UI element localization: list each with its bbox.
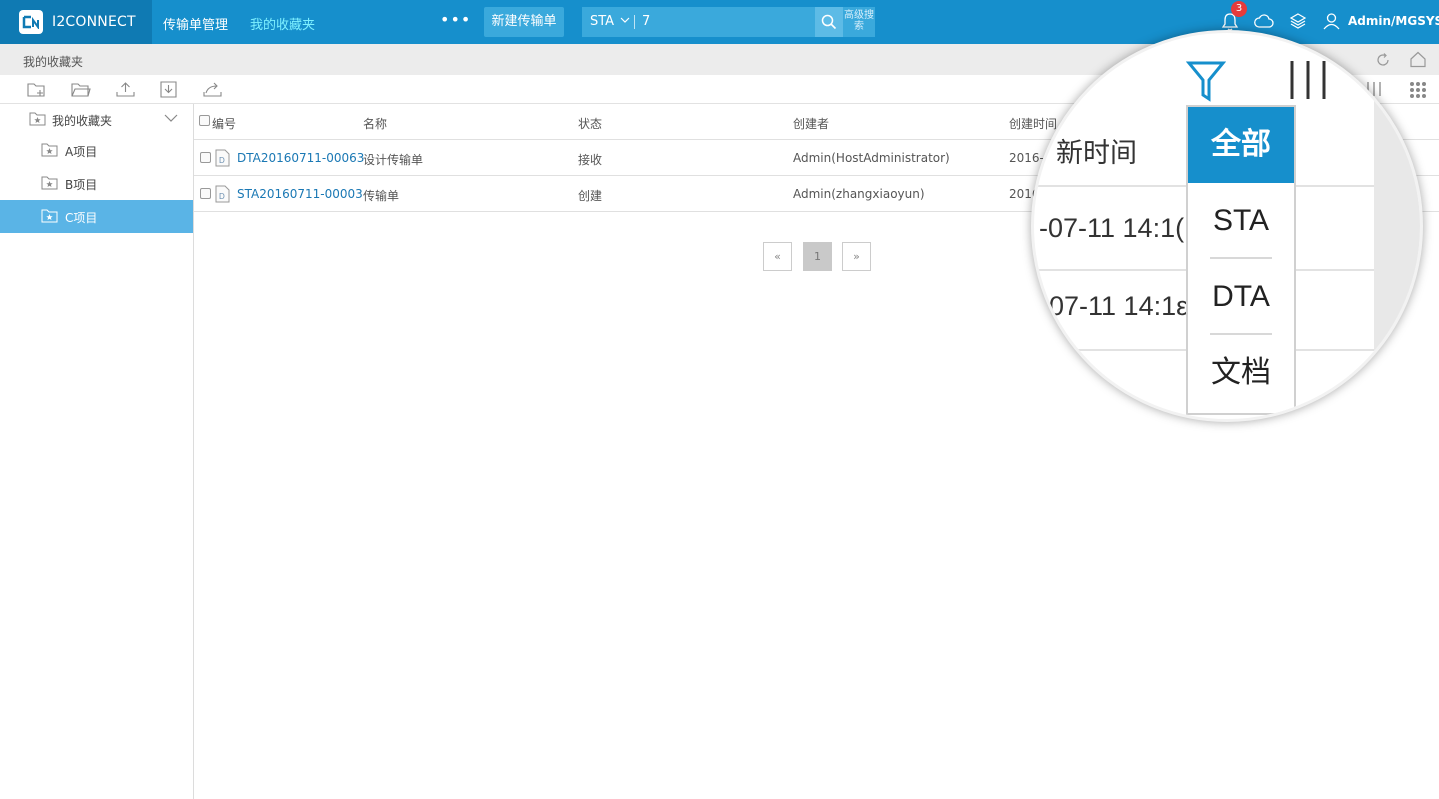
star-folder-icon — [41, 209, 58, 223]
advanced-search-button[interactable]: 高级搜索 — [843, 7, 875, 37]
sidebar-root-label: 我的收藏夹 — [52, 114, 113, 128]
next-page-button[interactable]: » — [842, 242, 871, 271]
new-transfer-button[interactable]: 新建传输单 — [484, 7, 564, 37]
sidebar-item-a[interactable]: A项目 — [0, 134, 193, 167]
sidebar-item-label: C项目 — [65, 211, 98, 225]
header-name[interactable]: 名称 — [363, 115, 387, 132]
row-checkbox[interactable] — [200, 188, 211, 199]
new-folder-icon[interactable] — [27, 81, 47, 98]
select-all-checkbox[interactable] — [199, 115, 210, 126]
search-icon — [821, 14, 837, 30]
columns-icon[interactable] — [1288, 59, 1328, 101]
user-name[interactable]: Admin/MGSYS — [1348, 14, 1439, 28]
notification-badge: 3 — [1231, 1, 1247, 17]
chevron-down-icon[interactable] — [620, 16, 630, 24]
search-separator — [634, 15, 635, 29]
filter-option-all[interactable]: 全部 — [1188, 107, 1294, 183]
chevron-down-icon[interactable] — [164, 114, 178, 123]
star-folder-icon — [29, 112, 46, 126]
star-folder-icon — [41, 176, 58, 190]
sidebar-root-favorites[interactable]: 我的收藏夹 — [0, 104, 193, 134]
row-id-link[interactable]: DTA20160711-00063 — [237, 151, 364, 165]
row-creator: Admin(HostAdministrator) — [793, 151, 950, 165]
magnified-row-text: -07-11 14:1( — [1039, 213, 1185, 243]
sidebar-item-label: A项目 — [65, 145, 98, 159]
magnifier-scroll-area — [1374, 33, 1420, 419]
svg-text:D: D — [219, 156, 225, 165]
more-menu-icon[interactable]: ••• — [440, 10, 471, 29]
filter-option-sta[interactable]: STA — [1188, 183, 1294, 259]
star-folder-icon — [41, 143, 58, 157]
cloud-icon[interactable] — [1254, 13, 1274, 29]
sidebar-item-b[interactable]: B项目 — [0, 167, 193, 200]
row-name: 传输单 — [363, 189, 400, 203]
export-icon[interactable] — [203, 81, 223, 98]
nav-favorites[interactable]: 我的收藏夹 — [250, 14, 315, 33]
filter-option-dta[interactable]: DTA — [1188, 259, 1294, 335]
svg-text:D: D — [219, 192, 225, 201]
row-status: 创建 — [578, 189, 603, 203]
search-button[interactable] — [815, 7, 843, 37]
header-id[interactable]: 编号 — [212, 115, 236, 132]
search-type-select[interactable]: STA — [590, 14, 614, 29]
magnifier-callout: 新时间 -07-11 14:1( 07-11 14:1ε 全部 STA DTA … — [1031, 30, 1423, 422]
open-folder-icon[interactable] — [71, 81, 91, 98]
search-box[interactable]: STA 7 — [582, 7, 815, 37]
header-status[interactable]: 状态 — [578, 115, 602, 132]
user-icon[interactable] — [1323, 12, 1340, 30]
filter-dropdown: 全部 STA DTA 文档 — [1186, 105, 1296, 415]
row-id-link[interactable]: STA20160711-00003 — [237, 187, 363, 201]
sidebar-item-label: B项目 — [65, 178, 98, 192]
document-icon: D — [215, 185, 230, 203]
filter-option-document[interactable]: 文档 — [1188, 335, 1294, 411]
download-icon[interactable] — [159, 81, 178, 98]
upload-icon[interactable] — [116, 81, 135, 98]
app-name: I2CONNECT — [52, 14, 136, 30]
row-name: 设计传输单 — [363, 153, 424, 167]
layers-icon[interactable] — [1289, 12, 1307, 30]
sidebar-item-c[interactable]: C项目 — [0, 200, 193, 233]
app-logo-icon — [19, 10, 43, 34]
document-icon: D — [215, 149, 230, 167]
row-status: 接收 — [578, 153, 603, 167]
magnified-header-text: 新时间 — [1056, 138, 1137, 168]
sidebar: 我的收藏夹 A项目 B项目 C项目 — [0, 104, 194, 799]
nav-transfer-management[interactable]: 传输单管理 — [163, 14, 228, 33]
row-creator: Admin(zhangxiaoyun) — [793, 187, 925, 201]
prev-page-button[interactable]: « — [763, 242, 792, 271]
header-creator[interactable]: 创建者 — [793, 115, 829, 132]
magnified-row-text: 07-11 14:1ε — [1049, 291, 1189, 321]
filter-icon[interactable] — [1186, 59, 1226, 103]
header-created[interactable]: 创建时间 — [1009, 115, 1057, 132]
logo-area[interactable]: I2CONNECT — [0, 0, 152, 44]
breadcrumb-current: 我的收藏夹 — [23, 55, 84, 69]
row-checkbox[interactable] — [200, 152, 211, 163]
search-input[interactable]: 7 — [642, 14, 650, 29]
page-1-button[interactable]: 1 — [803, 242, 832, 271]
